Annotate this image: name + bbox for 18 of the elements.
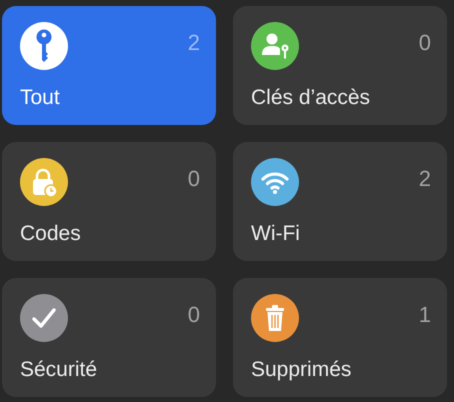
category-label: Supprimés xyxy=(251,358,352,382)
item-count: 1 xyxy=(418,302,431,328)
item-count: 0 xyxy=(188,166,200,192)
category-label: Wi-Fi xyxy=(251,222,301,246)
category-label: Tout xyxy=(20,86,61,110)
item-count: 2 xyxy=(418,166,431,192)
category-label: Codes xyxy=(20,222,82,246)
category-label: Sécurité xyxy=(20,358,98,382)
item-count: 0 xyxy=(418,30,431,56)
category-tile[interactable]: 2 Tout xyxy=(2,6,216,125)
category-label: Clés d’accès xyxy=(251,86,372,110)
category-tile[interactable]: 0 Codes xyxy=(2,142,216,261)
category-tile[interactable]: 2 Wi-Fi xyxy=(233,142,447,261)
item-count: 2 xyxy=(188,30,200,56)
category-tile[interactable]: 1 Supprimés xyxy=(233,278,447,397)
category-tile[interactable]: 0 Clés d’accès xyxy=(233,6,447,125)
category-tile[interactable]: 0 Sécurité xyxy=(2,278,216,397)
item-count: 0 xyxy=(188,302,200,328)
